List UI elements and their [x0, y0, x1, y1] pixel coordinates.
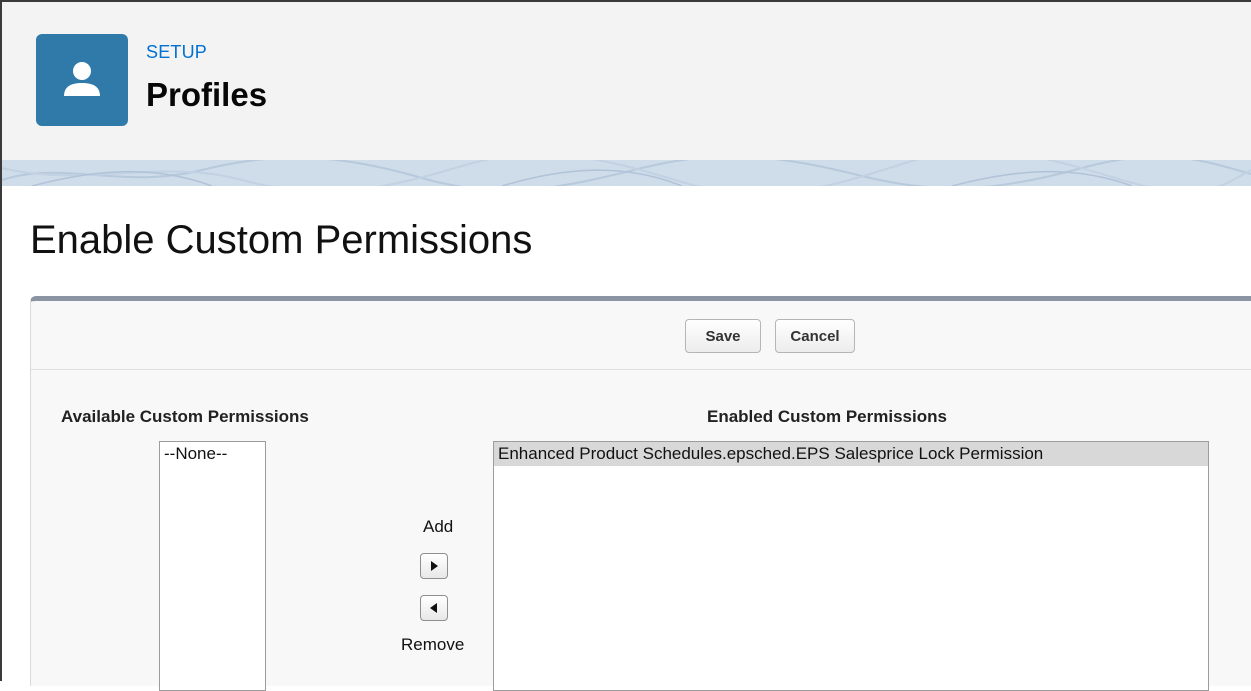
add-label: Add — [423, 517, 454, 536]
list-item[interactable]: --None-- — [160, 442, 265, 466]
page-title: Enable Custom Permissions — [30, 218, 533, 262]
arrow-left-icon — [430, 603, 437, 613]
available-permissions-heading: Available Custom Permissions — [61, 407, 309, 426]
permissions-panel: Save Cancel Available Custom Permissions… — [30, 296, 1251, 691]
decorative-banner — [2, 160, 1251, 186]
setup-breadcrumb[interactable]: SETUP — [146, 42, 207, 63]
enabled-permissions-heading: Enabled Custom Permissions — [707, 407, 947, 426]
header-title: Profiles — [146, 76, 268, 113]
setup-header: SETUP Profiles — [2, 2, 1251, 160]
button-row: Save Cancel — [31, 301, 1251, 370]
enabled-permissions-list[interactable]: Enhanced Product Schedules.epsched.EPS S… — [493, 441, 1209, 691]
save-button[interactable]: Save — [685, 319, 761, 353]
list-item[interactable]: Enhanced Product Schedules.epsched.EPS S… — [494, 442, 1208, 466]
user-icon — [36, 34, 128, 126]
cancel-button[interactable]: Cancel — [775, 319, 855, 353]
remove-label: Remove — [401, 635, 465, 654]
add-button[interactable] — [420, 553, 448, 579]
remove-button[interactable] — [420, 595, 448, 621]
available-permissions-list[interactable]: --None-- — [159, 441, 266, 691]
arrow-right-icon — [431, 561, 438, 571]
